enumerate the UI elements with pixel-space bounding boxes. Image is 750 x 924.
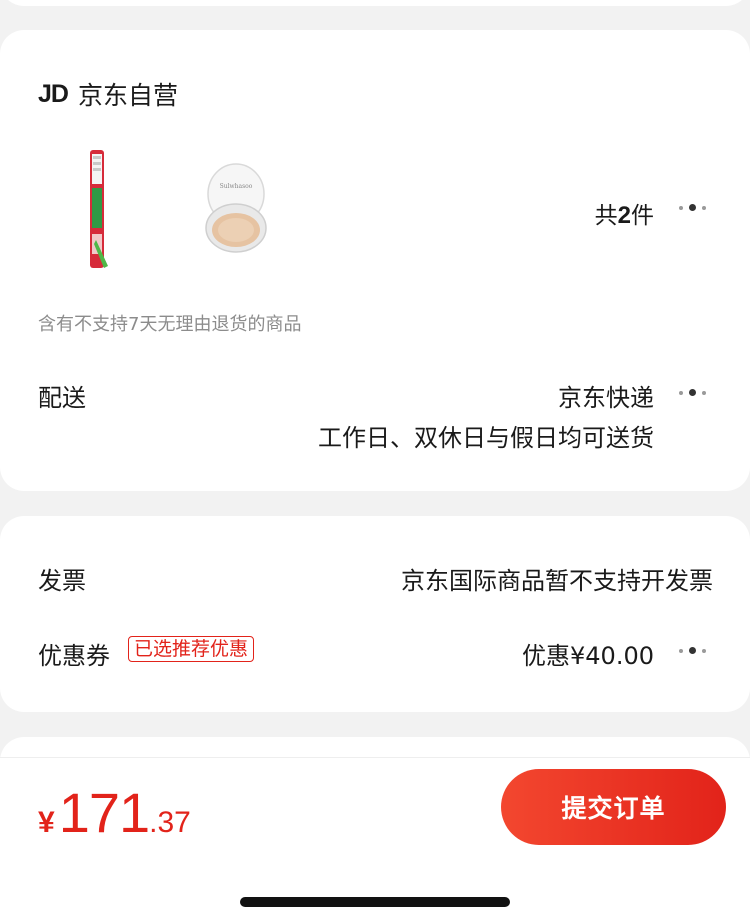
shop-name: 京东自营 [77,81,178,110]
cushion-compact-product-image[interactable]: Sulwhasoo [200,158,272,258]
shop-order-card: JD 京东自营 Sulwhasoo 共2件 含有不支持7天无理由退货的商品 配送 [0,30,750,491]
coupon-discount-value[interactable]: 优惠¥40.00 [522,636,654,671]
price-currency: ¥ [38,806,55,839]
total-price: ¥ 171 .37 [38,780,191,845]
delivery-label: 配送 [38,384,86,412]
more-dots-icon[interactable] [679,647,706,654]
previous-section-card [0,0,750,6]
checkout-bar: ¥ 171 .37 提交订单 [0,757,750,855]
item-count-prefix: 共 [594,203,618,229]
jd-logo: JD [38,79,69,108]
delivery-schedule: 工作日、双休日与假日均可送货 [318,424,654,452]
item-count[interactable]: 共2件 [595,196,654,230]
invoice-label: 发票 [38,567,86,595]
shop-header: JD 京东自营 [38,76,178,112]
safe-area [0,855,750,924]
more-dots-icon[interactable] [679,204,706,211]
invoice-coupon-card: 发票 京东国际商品暂不支持开发票 优惠券 已选推荐优惠 优惠¥40.00 [0,516,750,712]
toothbrush-product-image[interactable] [84,148,110,272]
return-policy-note: 含有不支持7天无理由退货的商品 [38,314,302,335]
price-decimal: .37 [149,806,191,839]
home-indicator[interactable] [240,897,510,907]
price-integer: 171 [58,781,150,844]
submit-order-button[interactable]: 提交订单 [501,769,726,845]
invoice-value: 京东国际商品暂不支持开发票 [401,567,713,595]
svg-text:Sulwhasoo: Sulwhasoo [220,183,253,190]
item-count-value: 2 [617,202,631,229]
item-count-suffix: 件 [631,203,654,229]
more-dots-icon[interactable] [679,389,706,396]
coupon-recommended-badge: 已选推荐优惠 [128,636,255,662]
coupon-label: 优惠券 [38,642,110,670]
delivery-carrier[interactable]: 京东快递 [558,378,654,413]
